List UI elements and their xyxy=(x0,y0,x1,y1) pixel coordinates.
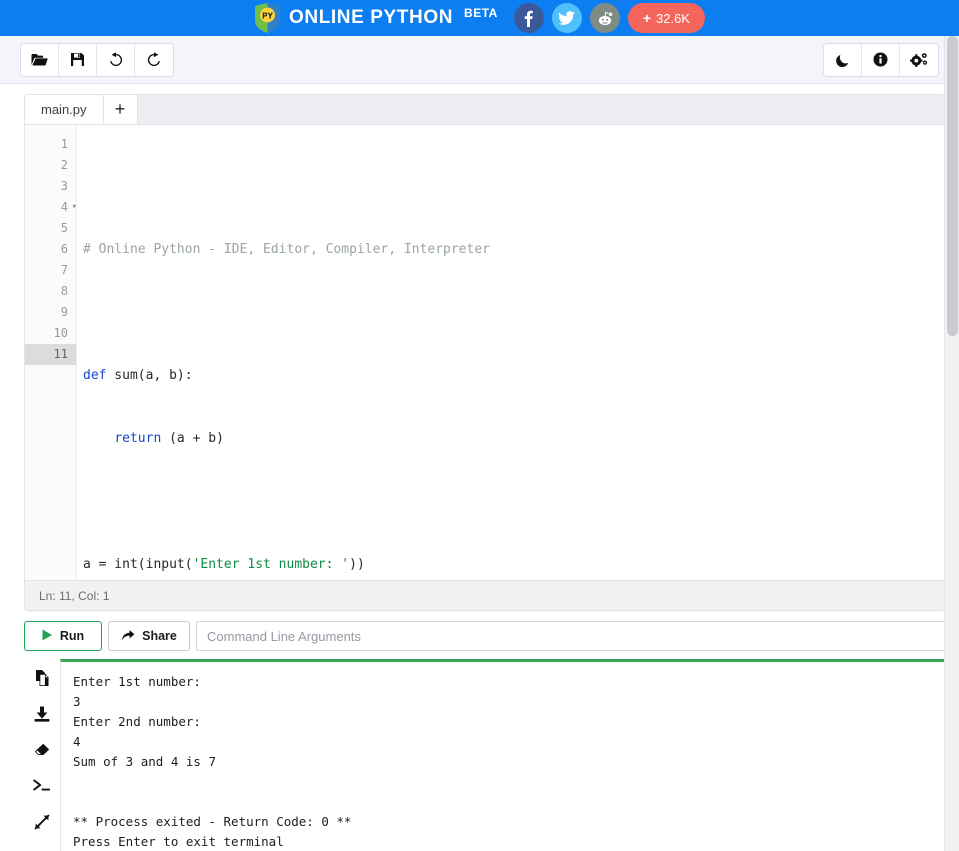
cursor-position: Ln: 11, Col: 1 xyxy=(39,589,110,603)
settings-actions-group xyxy=(823,43,939,77)
facebook-share-button[interactable] xyxy=(514,3,544,33)
output-panel: Enter 1st number: 3 Enter 2nd number: 4 … xyxy=(24,659,945,851)
line-number: 1 xyxy=(25,134,76,155)
facebook-icon xyxy=(524,10,533,27)
info-icon xyxy=(873,52,888,67)
redo-icon xyxy=(146,52,162,67)
settings-button[interactable] xyxy=(900,44,938,76)
file-actions-group xyxy=(20,43,174,77)
svg-text:PY: PY xyxy=(262,12,273,21)
gears-icon xyxy=(910,52,928,68)
share-button[interactable]: Share xyxy=(108,621,190,651)
expand-output-button[interactable] xyxy=(31,811,53,833)
code-line-1 xyxy=(83,176,944,197)
line-number: 9 xyxy=(25,302,76,323)
save-file-button[interactable] xyxy=(59,44,97,76)
line-number: 5 xyxy=(25,218,76,239)
folder-open-icon xyxy=(31,53,48,67)
code-editor[interactable]: 1 2 3 4 ▾ 5 6 7 8 9 10 11 # Online Pytho… xyxy=(25,125,944,580)
reddit-share-button[interactable] xyxy=(590,3,620,33)
open-file-button[interactable] xyxy=(21,44,59,76)
add-tab-button[interactable]: + xyxy=(104,94,138,124)
copy-output-button[interactable] xyxy=(31,667,53,689)
run-label: Run xyxy=(60,629,84,643)
editor-tabbar: main.py + xyxy=(25,95,944,125)
beta-badge: BETA xyxy=(464,6,498,20)
brand: PY ONLINE PYTHON BETA xyxy=(254,3,498,33)
editor-statusbar: Ln: 11, Col: 1 xyxy=(25,580,944,610)
open-terminal-button[interactable] xyxy=(31,775,53,797)
eraser-icon xyxy=(34,743,50,757)
dark-mode-button[interactable] xyxy=(824,44,862,76)
follower-count-button[interactable]: + 32.6K xyxy=(628,3,705,33)
page-title: ONLINE PYTHON xyxy=(289,7,453,29)
console-output[interactable]: Enter 1st number: 3 Enter 2nd number: 4 … xyxy=(60,659,945,851)
page-scrollbar-thumb[interactable] xyxy=(947,36,958,336)
download-output-button[interactable] xyxy=(31,703,53,725)
save-icon xyxy=(70,52,85,67)
code-line-3 xyxy=(83,302,944,323)
play-icon xyxy=(42,629,53,644)
site-header: PY ONLINE PYTHON BETA xyxy=(0,0,959,36)
moon-icon xyxy=(835,52,851,68)
python-shield-logo-icon: PY xyxy=(254,3,281,33)
page-scrollbar[interactable] xyxy=(944,36,959,851)
terminal-icon xyxy=(33,779,51,793)
code-line-6 xyxy=(83,491,944,512)
info-button[interactable] xyxy=(862,44,900,76)
line-number: 3 xyxy=(25,176,76,197)
line-number-gutter: 1 2 3 4 ▾ 5 6 7 8 9 10 11 xyxy=(25,125,77,580)
code-content[interactable]: # Online Python - IDE, Editor, Compiler,… xyxy=(77,125,944,580)
share-arrow-icon xyxy=(121,629,135,644)
line-number: 4 ▾ xyxy=(25,197,76,218)
output-sidebar xyxy=(24,659,60,851)
plus-icon: + xyxy=(643,10,651,26)
code-line-2: # Online Python - IDE, Editor, Compiler,… xyxy=(83,239,944,260)
twitter-share-button[interactable] xyxy=(552,3,582,33)
editor-card: main.py + 1 2 3 4 ▾ 5 6 7 8 9 10 11 # On… xyxy=(24,94,945,611)
reddit-icon xyxy=(597,11,613,26)
copy-icon xyxy=(35,670,50,686)
tab-label: main.py xyxy=(41,102,87,117)
line-number: 7 xyxy=(25,260,76,281)
line-number: 2 xyxy=(25,155,76,176)
expand-icon xyxy=(34,814,50,830)
line-number-active: 11 xyxy=(25,344,76,365)
code-line-4: def sum(a, b): xyxy=(83,365,944,386)
action-bar: Run Share xyxy=(24,621,945,651)
code-line-5: return (a + b) xyxy=(83,428,944,449)
code-line-7: a = int(input('Enter 1st number: ')) xyxy=(83,554,944,575)
line-number: 10 xyxy=(25,323,76,344)
run-button[interactable]: Run xyxy=(24,621,102,651)
undo-button[interactable] xyxy=(97,44,135,76)
twitter-icon xyxy=(558,11,575,25)
line-number: 8 xyxy=(25,281,76,302)
editor-toolbar xyxy=(0,36,959,84)
redo-button[interactable] xyxy=(135,44,173,76)
command-line-arguments-input[interactable] xyxy=(196,621,945,651)
tab-main-py[interactable]: main.py xyxy=(25,94,104,124)
line-number: 6 xyxy=(25,239,76,260)
clear-output-button[interactable] xyxy=(31,739,53,761)
follower-count: 32.6K xyxy=(656,11,690,26)
download-icon xyxy=(34,706,50,722)
undo-icon xyxy=(108,52,124,67)
share-label: Share xyxy=(142,629,177,643)
social-buttons: + 32.6K xyxy=(514,3,705,33)
